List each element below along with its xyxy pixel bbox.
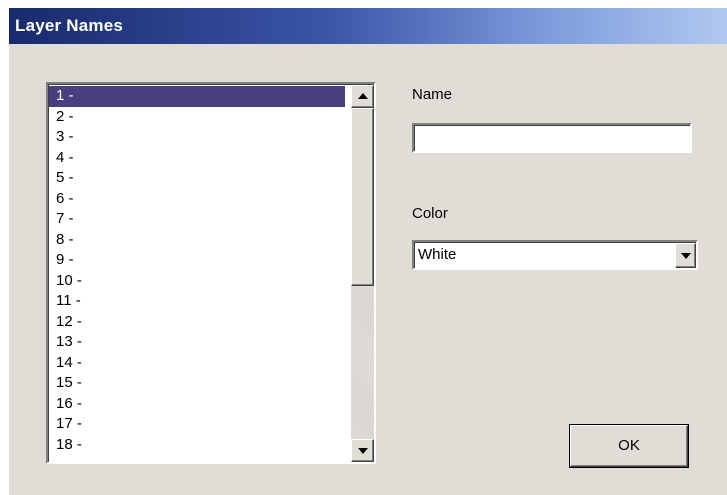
layer-list-item[interactable]: 13 - xyxy=(49,332,345,353)
layer-list-item[interactable]: 11 - xyxy=(49,291,345,312)
layer-list-item[interactable]: 16 - xyxy=(49,394,345,415)
name-input[interactable] xyxy=(412,123,692,153)
layer-list-item[interactable]: 7 - xyxy=(49,209,345,230)
layer-list-item[interactable]: 17 - xyxy=(49,414,345,435)
ok-button[interactable]: OK xyxy=(569,424,689,468)
name-input-value[interactable] xyxy=(414,125,690,151)
triangle-down-icon xyxy=(358,448,368,454)
scroll-up-button[interactable] xyxy=(351,85,374,108)
color-dropdown-button[interactable] xyxy=(675,243,696,268)
name-label: Name xyxy=(412,86,453,103)
layer-list-item[interactable]: 6 - xyxy=(49,189,345,210)
scroll-thumb[interactable] xyxy=(351,108,374,286)
chevron-down-icon xyxy=(681,253,691,259)
triangle-up-icon xyxy=(358,93,368,99)
layer-list-item[interactable]: 18 - xyxy=(49,435,345,456)
dialog-title: Layer Names xyxy=(15,16,124,35)
layer-list-item[interactable]: 2 - xyxy=(49,107,345,128)
layer-list-items: 1 -2 -3 -4 -5 -6 -7 -8 -9 -10 -11 -12 -1… xyxy=(49,86,345,462)
layer-list-item[interactable]: 5 - xyxy=(49,168,345,189)
ok-button-label: OK xyxy=(618,437,640,454)
layer-list-item[interactable]: 15 - xyxy=(49,373,345,394)
layer-list-item[interactable]: 9 - xyxy=(49,250,345,271)
layer-list-item[interactable]: 8 - xyxy=(49,230,345,251)
layer-list-item[interactable]: 12 - xyxy=(49,312,345,333)
title-bar[interactable]: Layer Names xyxy=(9,8,727,44)
color-select-value: White xyxy=(418,246,457,263)
color-label: Color xyxy=(412,205,448,222)
layer-listbox[interactable]: 1 -2 -3 -4 -5 -6 -7 -8 -9 -10 -11 -12 -1… xyxy=(46,82,376,464)
layer-list-item[interactable]: 3 - xyxy=(49,127,345,148)
layer-list-item[interactable]: 1 - xyxy=(49,86,345,107)
layer-list-item[interactable]: 4 - xyxy=(49,148,345,169)
color-select[interactable]: White xyxy=(412,240,698,270)
layer-list-item[interactable]: 14 - xyxy=(49,353,345,374)
listbox-scrollbar[interactable] xyxy=(351,85,374,462)
layer-list-item[interactable]: 10 - xyxy=(49,271,345,292)
layer-names-dialog: Layer Names 1 -2 -3 -4 -5 -6 -7 -8 -9 -1… xyxy=(8,8,727,495)
scroll-down-button[interactable] xyxy=(351,439,374,462)
